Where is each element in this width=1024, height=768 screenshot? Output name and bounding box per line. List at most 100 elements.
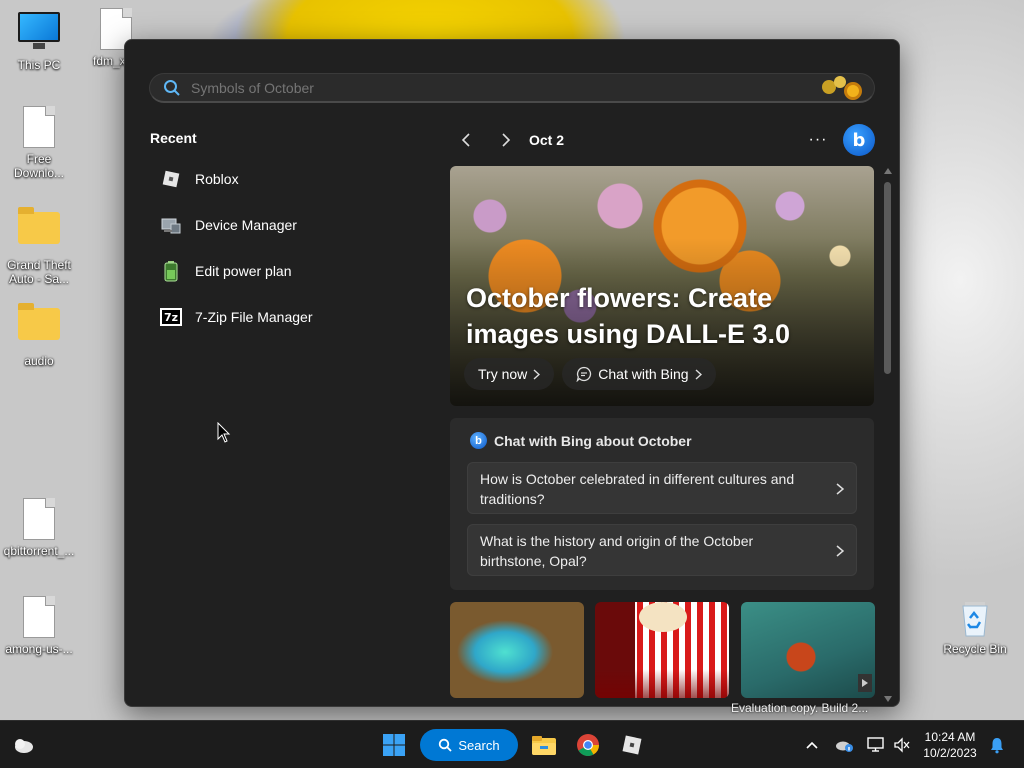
file-icon bbox=[17, 596, 61, 640]
network-icon bbox=[867, 737, 884, 752]
scroll-down-icon bbox=[884, 696, 892, 702]
desktop-icon-this-pc[interactable]: This PC bbox=[1, 10, 77, 72]
windows-logo-icon bbox=[383, 734, 405, 756]
chevron-right-icon bbox=[502, 133, 511, 147]
bing-chat-button[interactable]: b bbox=[843, 124, 875, 156]
taskbar-chrome[interactable] bbox=[572, 729, 604, 761]
highlights-date: Oct 2 bbox=[529, 132, 565, 148]
desktop-icon-gta[interactable]: Grand Theft Auto - Sa... bbox=[1, 206, 77, 286]
show-hidden-icons-button[interactable] bbox=[800, 729, 824, 761]
recent-heading: Recent bbox=[150, 130, 197, 146]
desktop-icon-free-download[interactable]: Free Downlo... bbox=[1, 106, 77, 180]
chat-question-2[interactable]: What is the history and origin of the Oc… bbox=[467, 524, 857, 576]
file-explorer-icon bbox=[532, 736, 556, 755]
chat-question-text: What is the history and origin of the Oc… bbox=[480, 533, 754, 569]
monitor-icon bbox=[17, 12, 61, 56]
chrome-folder-icon bbox=[17, 207, 61, 256]
opal-thumbnail[interactable] bbox=[450, 602, 584, 698]
battery-icon bbox=[160, 260, 182, 282]
chevron-left-icon bbox=[461, 133, 470, 147]
clock-time: 10:24 AM bbox=[924, 730, 976, 744]
search-icon bbox=[439, 738, 453, 752]
evaluation-watermark: Evaluation copy. Build 2... bbox=[731, 701, 869, 715]
onedrive-tray-button[interactable] bbox=[832, 729, 856, 761]
volume-muted-icon bbox=[894, 737, 910, 753]
recent-item-7zip[interactable]: 7z 7-Zip File Manager bbox=[150, 294, 420, 340]
chevron-right-icon bbox=[836, 483, 844, 495]
try-now-button[interactable]: Try now bbox=[464, 358, 555, 390]
try-now-label: Try now bbox=[478, 366, 528, 382]
cloud-weather-icon bbox=[15, 739, 33, 753]
file-icon bbox=[17, 498, 61, 542]
shortcut-file-icon bbox=[17, 106, 61, 150]
recent-item-roblox[interactable]: Roblox bbox=[150, 156, 420, 202]
scroll-right-button[interactable] bbox=[858, 674, 872, 692]
desktop-icon-label: Recycle Bin bbox=[943, 642, 1007, 656]
clock-date: 10/2/2023 bbox=[923, 746, 977, 760]
chevron-right-icon bbox=[533, 368, 541, 380]
mouse-cursor-icon bbox=[217, 422, 231, 443]
triangle-right-icon bbox=[862, 679, 868, 687]
network-tray-button[interactable] bbox=[864, 729, 888, 761]
volume-tray-button[interactable] bbox=[890, 729, 914, 761]
scrollbar-thumb[interactable] bbox=[884, 182, 891, 374]
bing-icon: b bbox=[470, 432, 487, 449]
recent-item-label: Edit power plan bbox=[195, 263, 292, 279]
chat-bubble-icon bbox=[576, 366, 592, 382]
taskbar-roblox[interactable] bbox=[616, 729, 648, 761]
roblox-icon bbox=[160, 168, 182, 190]
desktop-icon-among-us[interactable]: among-us-... bbox=[1, 596, 77, 656]
flowers-doodle-icon bbox=[820, 75, 870, 100]
desktop-icon-label: Grand Theft Auto - Sa... bbox=[7, 258, 71, 286]
roblox-icon bbox=[622, 735, 642, 755]
chevron-right-icon bbox=[836, 545, 844, 557]
recent-item-edit-power-plan[interactable]: Edit power plan bbox=[150, 248, 420, 294]
device-manager-icon bbox=[160, 214, 182, 236]
next-button[interactable] bbox=[491, 125, 521, 155]
search-icon bbox=[164, 79, 180, 96]
search-box[interactable] bbox=[149, 73, 875, 103]
taskbar: Search 10:24 AM 10/2/2023 bbox=[0, 720, 1024, 768]
chat-with-bing-label: Chat with Bing bbox=[598, 366, 689, 382]
vertical-scrollbar[interactable] bbox=[882, 168, 894, 704]
desktop-icon-label: audio bbox=[24, 354, 54, 368]
desktop-icon-qbittorrent[interactable]: qbittorrent_... bbox=[1, 498, 77, 558]
recent-item-label: Roblox bbox=[195, 171, 239, 187]
recent-item-device-manager[interactable]: Device Manager bbox=[150, 202, 420, 248]
chat-with-bing-button[interactable]: Chat with Bing bbox=[562, 358, 716, 390]
chat-question-1[interactable]: How is October celebrated in different c… bbox=[467, 462, 857, 514]
desktop-icon-recycle-bin[interactable]: Recycle Bin bbox=[937, 596, 1013, 656]
witch-thumbnail[interactable] bbox=[741, 602, 875, 698]
recent-item-label: Device Manager bbox=[195, 217, 297, 233]
more-options-button[interactable]: ··· bbox=[803, 125, 833, 155]
highlights-content: October flowers: Create images using DAL… bbox=[450, 166, 875, 706]
search-input[interactable] bbox=[191, 79, 820, 96]
bing-chat-card: b Chat with Bing about October How is Oc… bbox=[450, 418, 874, 590]
bell-icon bbox=[991, 738, 1003, 754]
widgets-button[interactable] bbox=[8, 729, 38, 761]
7zip-icon: 7z bbox=[160, 306, 182, 328]
start-button[interactable] bbox=[378, 729, 410, 761]
popcorn-thumbnail[interactable] bbox=[595, 602, 729, 698]
desktop-icon-audio[interactable]: audio bbox=[1, 302, 77, 368]
recycle-bin-icon bbox=[953, 596, 997, 640]
chat-question-text: How is October celebrated in different c… bbox=[480, 471, 795, 507]
chevron-up-icon bbox=[806, 741, 818, 749]
taskbar-file-explorer[interactable] bbox=[528, 729, 560, 761]
hero-title: October flowers: Create images using DAL… bbox=[466, 283, 791, 349]
hero-card[interactable]: October flowers: Create images using DAL… bbox=[450, 166, 874, 406]
highlights-nav: Oct 2 ··· b bbox=[451, 124, 875, 156]
clock[interactable]: 10:24 AM 10/2/2023 bbox=[918, 729, 982, 761]
chat-card-title: Chat with Bing about October bbox=[494, 432, 692, 449]
taskbar-search-label: Search bbox=[458, 737, 500, 753]
thumbnail-row bbox=[450, 602, 875, 702]
folder-icon bbox=[17, 303, 61, 352]
search-panel: Recent Roblox Device Manager Edit power … bbox=[124, 39, 900, 707]
taskbar-search-button[interactable]: Search bbox=[420, 729, 518, 761]
previous-button[interactable] bbox=[451, 125, 481, 155]
chevron-right-icon bbox=[695, 368, 702, 380]
cloud-info-icon bbox=[836, 741, 853, 752]
desktop-icon-label: Free Downlo... bbox=[13, 152, 65, 180]
scroll-up-icon bbox=[884, 168, 892, 174]
notifications-button[interactable] bbox=[986, 729, 1008, 761]
